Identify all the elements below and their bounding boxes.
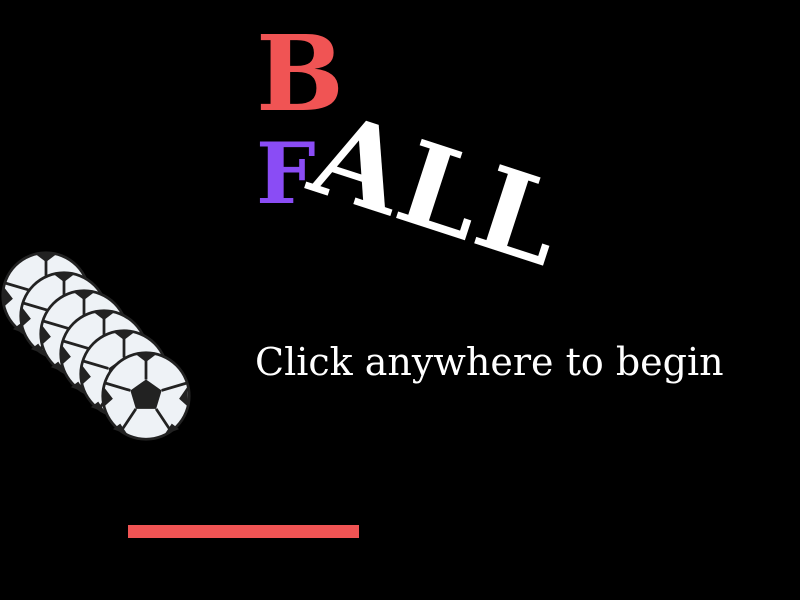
title-word-all: ALL [296,86,581,293]
ball-trail [0,250,200,450]
soccer-ball-icon [101,351,191,441]
start-prompt[interactable]: Click anywhere to begin [255,340,724,386]
paddle[interactable] [128,525,359,538]
game-canvas[interactable]: B F ALL Click anywhere to begin [0,0,800,600]
